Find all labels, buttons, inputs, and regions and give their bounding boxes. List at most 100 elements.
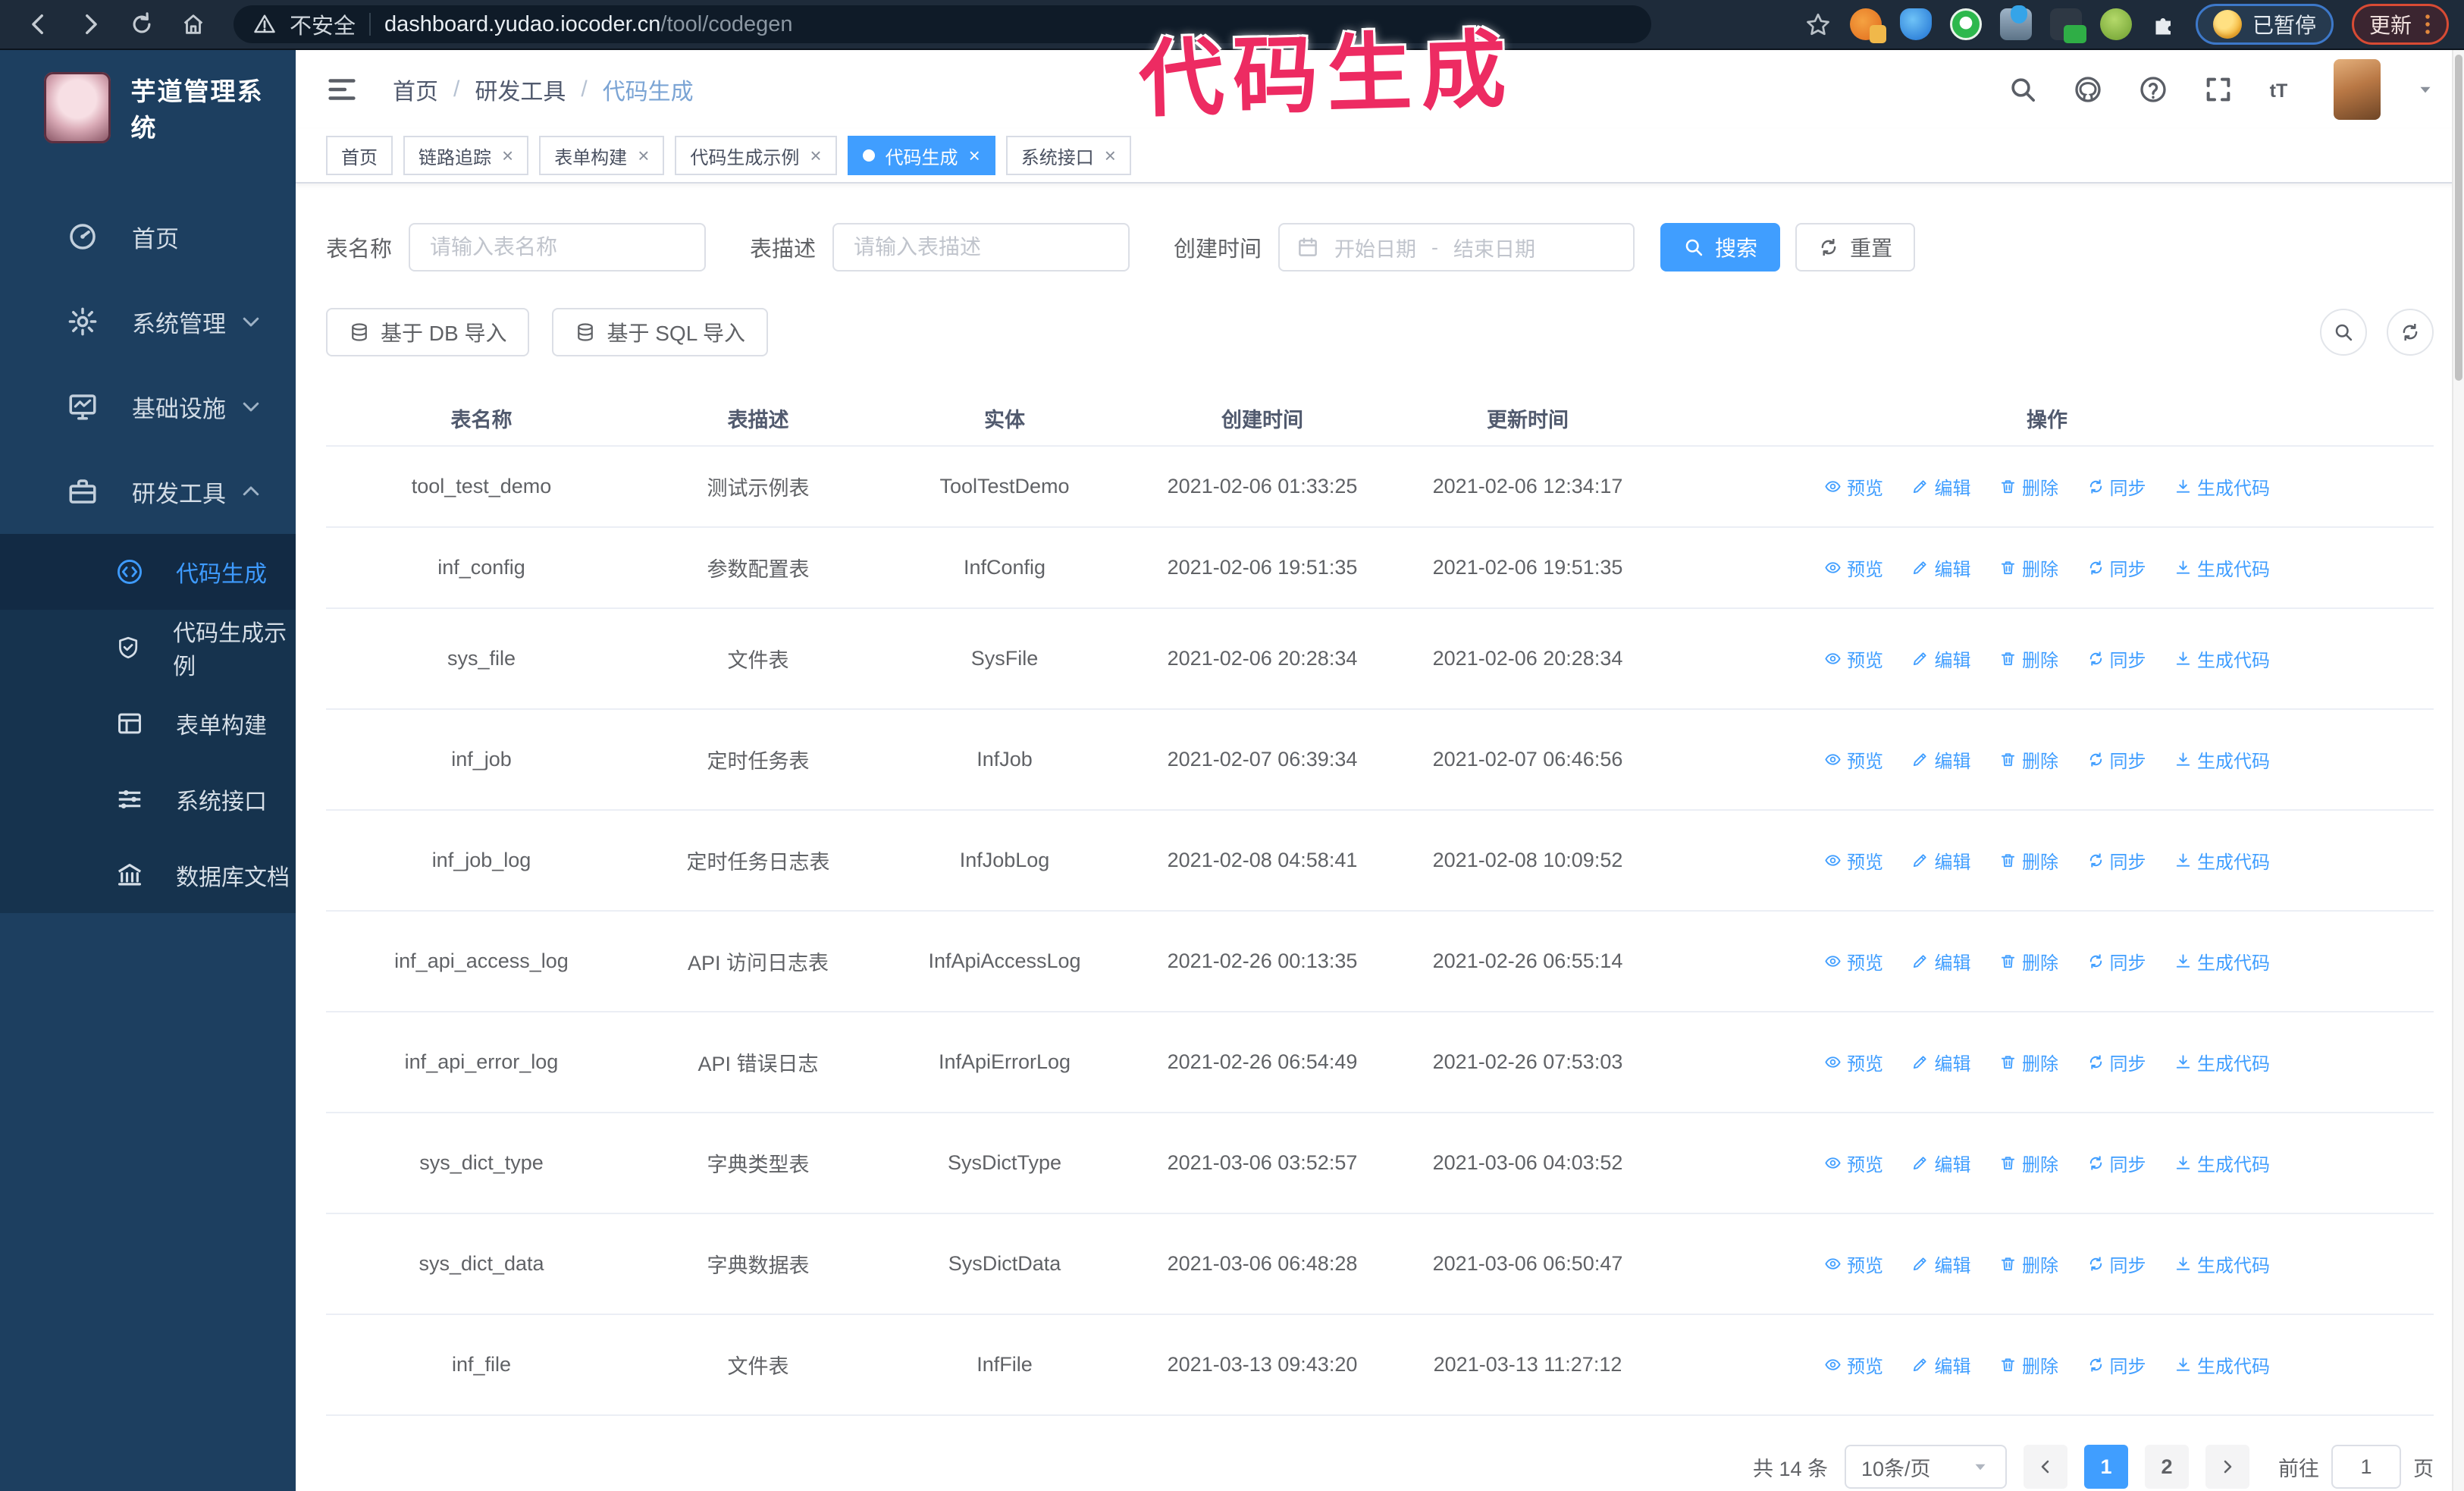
- fullscreen-icon[interactable]: [2203, 74, 2234, 105]
- extension-icon-dark-on[interactable]: [2049, 8, 2086, 43]
- delete-link[interactable]: 删除: [1999, 473, 2058, 500]
- preview-link[interactable]: 预览: [1824, 1049, 1883, 1075]
- preview-link[interactable]: 预览: [1824, 1251, 1883, 1277]
- sidebar-item-codegen-example[interactable]: 代码生成示例: [0, 610, 296, 686]
- table-row[interactable]: sys_file 文件表 SysFile 2021-02-06 20:28:34…: [326, 608, 2434, 710]
- table-name-input[interactable]: [409, 223, 707, 272]
- edit-link[interactable]: 编辑: [1911, 847, 1970, 874]
- tab-系统接口[interactable]: 系统接口 ×: [1005, 136, 1131, 175]
- generate-code-link[interactable]: 生成代码: [2174, 1351, 2270, 1378]
- hamburger-icon[interactable]: [324, 72, 359, 107]
- generate-code-link[interactable]: 生成代码: [2174, 1049, 2270, 1075]
- sync-link[interactable]: 同步: [2087, 1150, 2146, 1176]
- edit-link[interactable]: 编辑: [1911, 1251, 1970, 1277]
- preview-link[interactable]: 预览: [1824, 1150, 1883, 1176]
- tab-close-icon[interactable]: ×: [502, 144, 513, 168]
- github-icon[interactable]: [2073, 74, 2103, 105]
- sidebar-item-system-management[interactable]: 系统管理: [0, 279, 296, 364]
- extension-icon-green-person[interactable]: [2099, 8, 2132, 40]
- date-range-picker[interactable]: 开始日期 - 结束日期: [1278, 223, 1635, 272]
- generate-code-link[interactable]: 生成代码: [2174, 473, 2270, 500]
- sync-link[interactable]: 同步: [2087, 645, 2146, 672]
- tab-代码生成[interactable]: 代码生成 ×: [847, 136, 995, 175]
- table-row[interactable]: inf_file 文件表 InfFile 2021-03-13 09:43:20…: [326, 1314, 2434, 1416]
- sync-link[interactable]: 同步: [2087, 948, 2146, 975]
- extension-icon-orange[interactable]: [1849, 8, 1886, 43]
- table-desc-input[interactable]: [832, 223, 1130, 272]
- delete-link[interactable]: 删除: [1999, 1150, 2058, 1176]
- breadcrumb-item-home[interactable]: 首页: [393, 73, 438, 106]
- delete-link[interactable]: 删除: [1999, 645, 2058, 672]
- table-row[interactable]: sys_dict_type 字典类型表 SysDictType 2021-03-…: [326, 1113, 2434, 1214]
- sidebar-item-system-api[interactable]: 系统接口: [0, 761, 296, 837]
- delete-link[interactable]: 删除: [1999, 1251, 2058, 1277]
- edit-link[interactable]: 编辑: [1911, 948, 1970, 975]
- delete-link[interactable]: 删除: [1999, 1351, 2058, 1378]
- generate-code-link[interactable]: 生成代码: [2174, 948, 2270, 975]
- bookmark-star-icon[interactable]: [1804, 11, 1832, 38]
- sync-link[interactable]: 同步: [2087, 1351, 2146, 1378]
- breadcrumb-item-dev-tools[interactable]: 研发工具: [475, 73, 566, 106]
- sync-link[interactable]: 同步: [2087, 847, 2146, 874]
- table-row[interactable]: inf_api_access_log API 访问日志表 InfApiAcces…: [326, 911, 2434, 1012]
- sidebar-logo-row[interactable]: 芋道管理系统: [0, 50, 296, 161]
- forward-icon[interactable]: [77, 11, 103, 37]
- next-page-button[interactable]: [2205, 1445, 2249, 1489]
- generate-code-link[interactable]: 生成代码: [2174, 1150, 2270, 1176]
- edit-link[interactable]: 编辑: [1911, 746, 1970, 773]
- refresh-table-button[interactable]: [2387, 309, 2434, 356]
- paused-badge[interactable]: 已暂停: [2195, 4, 2334, 45]
- home-icon[interactable]: [180, 11, 206, 37]
- edit-link[interactable]: 编辑: [1911, 473, 1970, 500]
- db-import-button[interactable]: 基于 DB 导入: [326, 308, 530, 356]
- page-button-1[interactable]: 1: [2084, 1445, 2128, 1489]
- sidebar-item-form-builder[interactable]: 表单构建: [0, 686, 296, 761]
- puzzle-extensions-icon[interactable]: [2150, 11, 2177, 38]
- font-size-icon[interactable]: [2268, 74, 2299, 105]
- tab-close-icon[interactable]: ×: [969, 144, 980, 168]
- sidebar-item-db-docs[interactable]: 数据库文档: [0, 837, 296, 913]
- extension-icon-blue-gem[interactable]: [1899, 8, 1932, 40]
- page-size-select[interactable]: 10条/页: [1845, 1445, 2007, 1489]
- preview-link[interactable]: 预览: [1824, 847, 1883, 874]
- tab-close-icon[interactable]: ×: [638, 144, 649, 168]
- goto-page-input[interactable]: [2331, 1445, 2401, 1489]
- sync-link[interactable]: 同步: [2087, 1251, 2146, 1277]
- kebab-menu-icon[interactable]: [2424, 11, 2431, 37]
- edit-link[interactable]: 编辑: [1911, 1351, 1970, 1378]
- tab-close-icon[interactable]: ×: [1105, 144, 1116, 168]
- extension-icon-grid[interactable]: [1999, 5, 2032, 40]
- sidebar-item-home[interactable]: 首页: [0, 194, 296, 279]
- window-scrollbar[interactable]: [2452, 50, 2464, 1491]
- preview-link[interactable]: 预览: [1824, 1351, 1883, 1378]
- table-row[interactable]: inf_job 定时任务表 InfJob 2021-02-07 06:39:34…: [326, 709, 2434, 811]
- delete-link[interactable]: 删除: [1999, 948, 2058, 975]
- sync-link[interactable]: 同步: [2087, 554, 2146, 581]
- page-button-2[interactable]: 2: [2145, 1445, 2189, 1489]
- sidebar-item-dev-tools[interactable]: 研发工具: [0, 449, 296, 534]
- toggle-search-button[interactable]: [2320, 309, 2367, 356]
- prev-page-button[interactable]: [2024, 1445, 2067, 1489]
- scrollbar-thumb[interactable]: [2455, 55, 2462, 381]
- generate-code-link[interactable]: 生成代码: [2174, 746, 2270, 773]
- table-row[interactable]: inf_config 参数配置表 InfConfig 2021-02-06 19…: [326, 527, 2434, 609]
- preview-link[interactable]: 预览: [1824, 473, 1883, 500]
- edit-link[interactable]: 编辑: [1911, 1049, 1970, 1075]
- generate-code-link[interactable]: 生成代码: [2174, 847, 2270, 874]
- reload-icon[interactable]: [129, 11, 155, 37]
- delete-link[interactable]: 删除: [1999, 554, 2058, 581]
- generate-code-link[interactable]: 生成代码: [2174, 554, 2270, 581]
- sync-link[interactable]: 同步: [2087, 473, 2146, 500]
- edit-link[interactable]: 编辑: [1911, 554, 1970, 581]
- delete-link[interactable]: 删除: [1999, 1049, 2058, 1075]
- sync-link[interactable]: 同步: [2087, 1049, 2146, 1075]
- tab-链路追踪[interactable]: 链路追踪 ×: [403, 136, 529, 175]
- edit-link[interactable]: 编辑: [1911, 645, 1970, 672]
- back-icon[interactable]: [26, 11, 52, 37]
- sql-import-button[interactable]: 基于 SQL 导入: [552, 308, 769, 356]
- tab-close-icon[interactable]: ×: [810, 144, 821, 168]
- reset-button[interactable]: 重置: [1795, 223, 1916, 272]
- sidebar-item-infrastructure[interactable]: 基础设施: [0, 364, 296, 449]
- search-icon[interactable]: [2008, 74, 2038, 105]
- tab-首页[interactable]: 首页: [326, 136, 393, 175]
